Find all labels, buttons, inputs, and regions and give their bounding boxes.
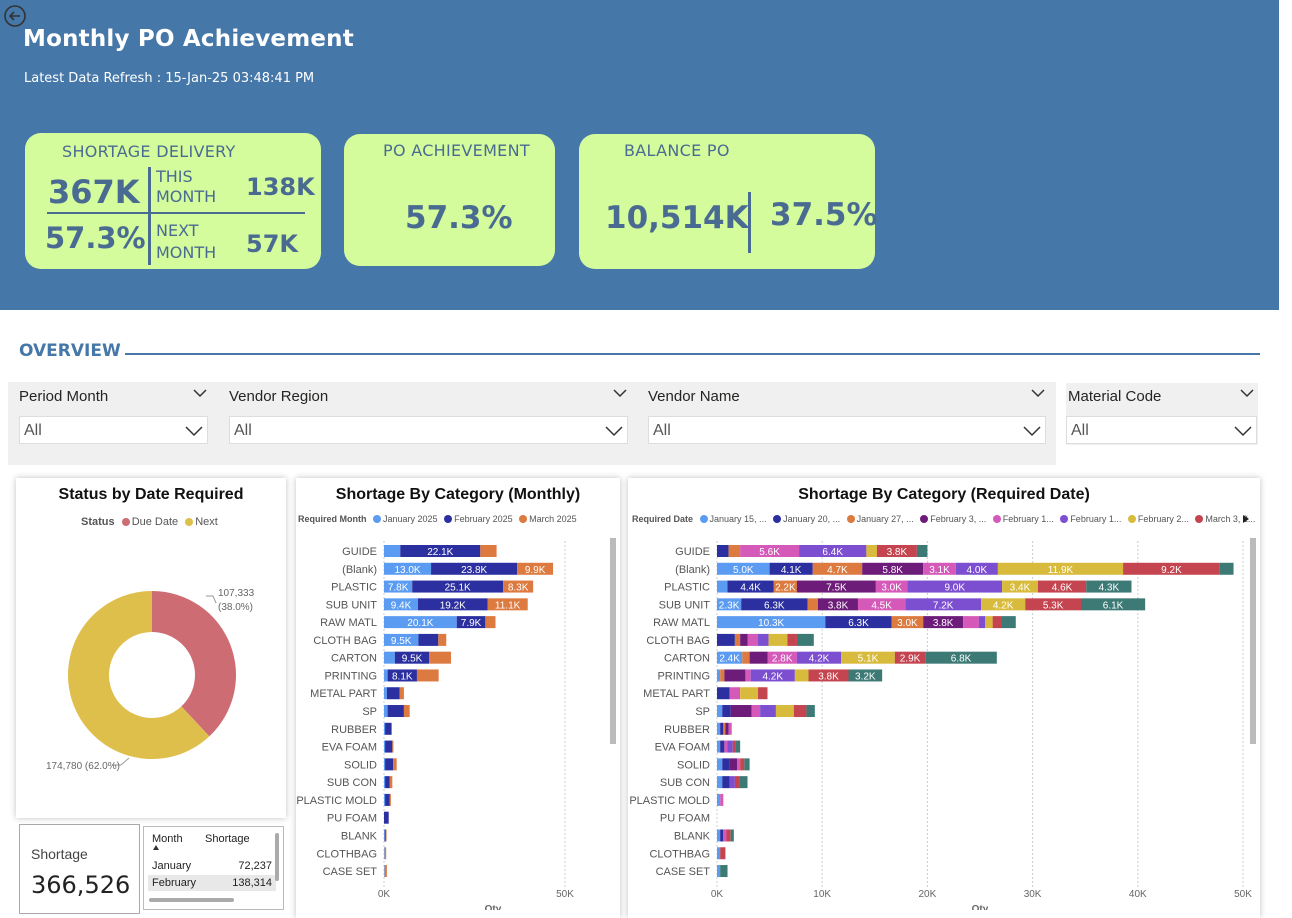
col-header-shortage[interactable]: Shortage: [205, 833, 250, 845]
page-title: Monthly PO Achievement: [23, 26, 354, 52]
next-month-value: 57K: [246, 230, 298, 258]
next-month-label-1: NEXT: [156, 221, 199, 240]
po-achievement-card: PO ACHIEVEMENT 57.3%: [344, 134, 555, 266]
cell-month: February: [152, 877, 197, 889]
vendor-name-dropdown[interactable]: All: [648, 416, 1046, 444]
chart-title: Shortage By Category (Required Date): [798, 486, 1090, 503]
chevron-down-icon[interactable]: [1234, 425, 1252, 437]
cell-value: 72,237: [238, 860, 272, 872]
chevron-down-icon[interactable]: [612, 387, 628, 399]
legend-item: January 2025: [383, 514, 438, 524]
back-arrow-icon[interactable]: [3, 4, 27, 28]
chart-scrollbar[interactable]: [1250, 538, 1256, 744]
slicer-value: All: [653, 422, 671, 439]
balance-po-value: 10,514K: [605, 200, 749, 236]
legend-item: January 27, ...: [856, 514, 914, 524]
legend-item: February 2...: [1137, 514, 1189, 524]
leader-line: [206, 595, 217, 604]
shortage-delivery-card: SHORTAGE DELIVERY 367K 57.3% THIS MONTH …: [25, 133, 321, 269]
slicer-label: Period Month: [19, 388, 109, 405]
table-row[interactable]: February 138,314: [148, 875, 276, 891]
chevron-down-icon[interactable]: [1023, 425, 1041, 437]
this-month-label-2: MONTH: [156, 187, 217, 206]
chart-scrollbar[interactable]: [610, 538, 616, 744]
header-banner: Monthly PO Achievement Latest Data Refre…: [0, 0, 1279, 310]
legend-item: February 2025: [454, 514, 513, 524]
this-month-value: 138K: [246, 173, 315, 201]
card-title: PO ACHIEVEMENT: [383, 141, 530, 160]
donut-label-next: 174,780 (62.0%): [46, 761, 120, 772]
overview-heading: OVERVIEW: [19, 341, 121, 361]
table-vertical-scrollbar[interactable]: [275, 833, 279, 881]
legend-item: February 1...: [1070, 514, 1122, 524]
chevron-down-icon[interactable]: [605, 425, 623, 437]
balance-po-card: BALANCE PO 10,514K 37.5%: [579, 134, 878, 269]
balance-po-pct: 37.5%: [770, 197, 878, 233]
shortage-pct: 57.3%: [45, 221, 146, 255]
donut-label-due-value: 107,333: [218, 588, 255, 599]
chart-title: Shortage By Category (Monthly): [335, 486, 581, 503]
po-achievement-value: 57.3%: [405, 200, 513, 236]
this-month-label-1: THIS: [156, 167, 193, 186]
chart-legend: Required Month January 2025 February 202…: [298, 514, 577, 524]
shortage-total: 367K: [48, 173, 140, 211]
refresh-timestamp: Latest Data Refresh : 15-Jan-25 03:48:41…: [24, 71, 315, 86]
legend-item: January 15, ...: [709, 514, 767, 524]
cell-value: 138,314: [232, 877, 272, 889]
legend-item: February 3, ...: [930, 514, 987, 524]
slicer-label: Vendor Region: [229, 388, 329, 405]
material-code-slicer[interactable]: Material Code All: [1066, 383, 1258, 445]
period-month-dropdown[interactable]: All: [19, 416, 208, 444]
table-header: Month Shortage: [148, 831, 276, 847]
chevron-down-icon[interactable]: [192, 387, 208, 399]
status-chart-panel: Status by Date Required Status Due Date …: [16, 478, 286, 818]
card-title: BALANCE PO: [624, 141, 730, 160]
reqdate-chart-panel: Shortage By Category (Required Date) Req…: [628, 478, 1260, 918]
card-title: SHORTAGE DELIVERY: [62, 142, 236, 161]
legend-item: March 2025: [529, 514, 577, 524]
table-row[interactable]: January 72,237: [148, 858, 276, 874]
col-header-month[interactable]: Month: [152, 833, 183, 845]
slicer-label: Material Code: [1068, 388, 1162, 405]
donut-label-due-pct: (38.0%): [218, 602, 254, 613]
slicer-value: All: [234, 422, 252, 439]
material-code-dropdown[interactable]: All: [1066, 416, 1257, 444]
sort-ascending-icon: [153, 845, 159, 850]
next-month-label-2: MONTH: [156, 243, 217, 262]
legend-title: Required Month: [298, 514, 367, 524]
chevron-down-icon[interactable]: [1030, 387, 1046, 399]
table-horizontal-scrollbar[interactable]: [149, 898, 234, 902]
kpi-value: 366,526: [31, 871, 131, 899]
legend-item: January 20, ...: [783, 514, 841, 524]
chart-legend: Required Date January 15, ... January 20…: [632, 514, 1255, 524]
vendor-region-slicer[interactable]: Vendor Region All: [229, 383, 628, 445]
month-shortage-table: Month Shortage January 72,237 February 1…: [143, 826, 284, 910]
chevron-down-icon[interactable]: [185, 425, 203, 437]
monthly-chart-panel: Shortage By Category (Monthly) Required …: [296, 478, 620, 918]
overview-divider: [125, 353, 1260, 355]
legend-next-page-icon[interactable]: [1242, 514, 1250, 524]
shortage-kpi-card: Shortage 366,526: [19, 824, 140, 914]
kpi-label: Shortage: [31, 846, 88, 862]
legend-item: February 1...: [1002, 514, 1054, 524]
vendor-name-slicer[interactable]: Vendor Name All: [648, 383, 1047, 445]
slicer-label: Vendor Name: [648, 388, 740, 405]
cell-month: January: [152, 860, 192, 872]
chevron-down-icon[interactable]: [1239, 387, 1255, 399]
legend-title: Required Date: [632, 514, 694, 524]
vendor-region-dropdown[interactable]: All: [229, 416, 628, 444]
slicer-value: All: [24, 422, 42, 439]
period-month-slicer[interactable]: Period Month All: [19, 383, 209, 445]
slicer-value: All: [1071, 422, 1089, 439]
